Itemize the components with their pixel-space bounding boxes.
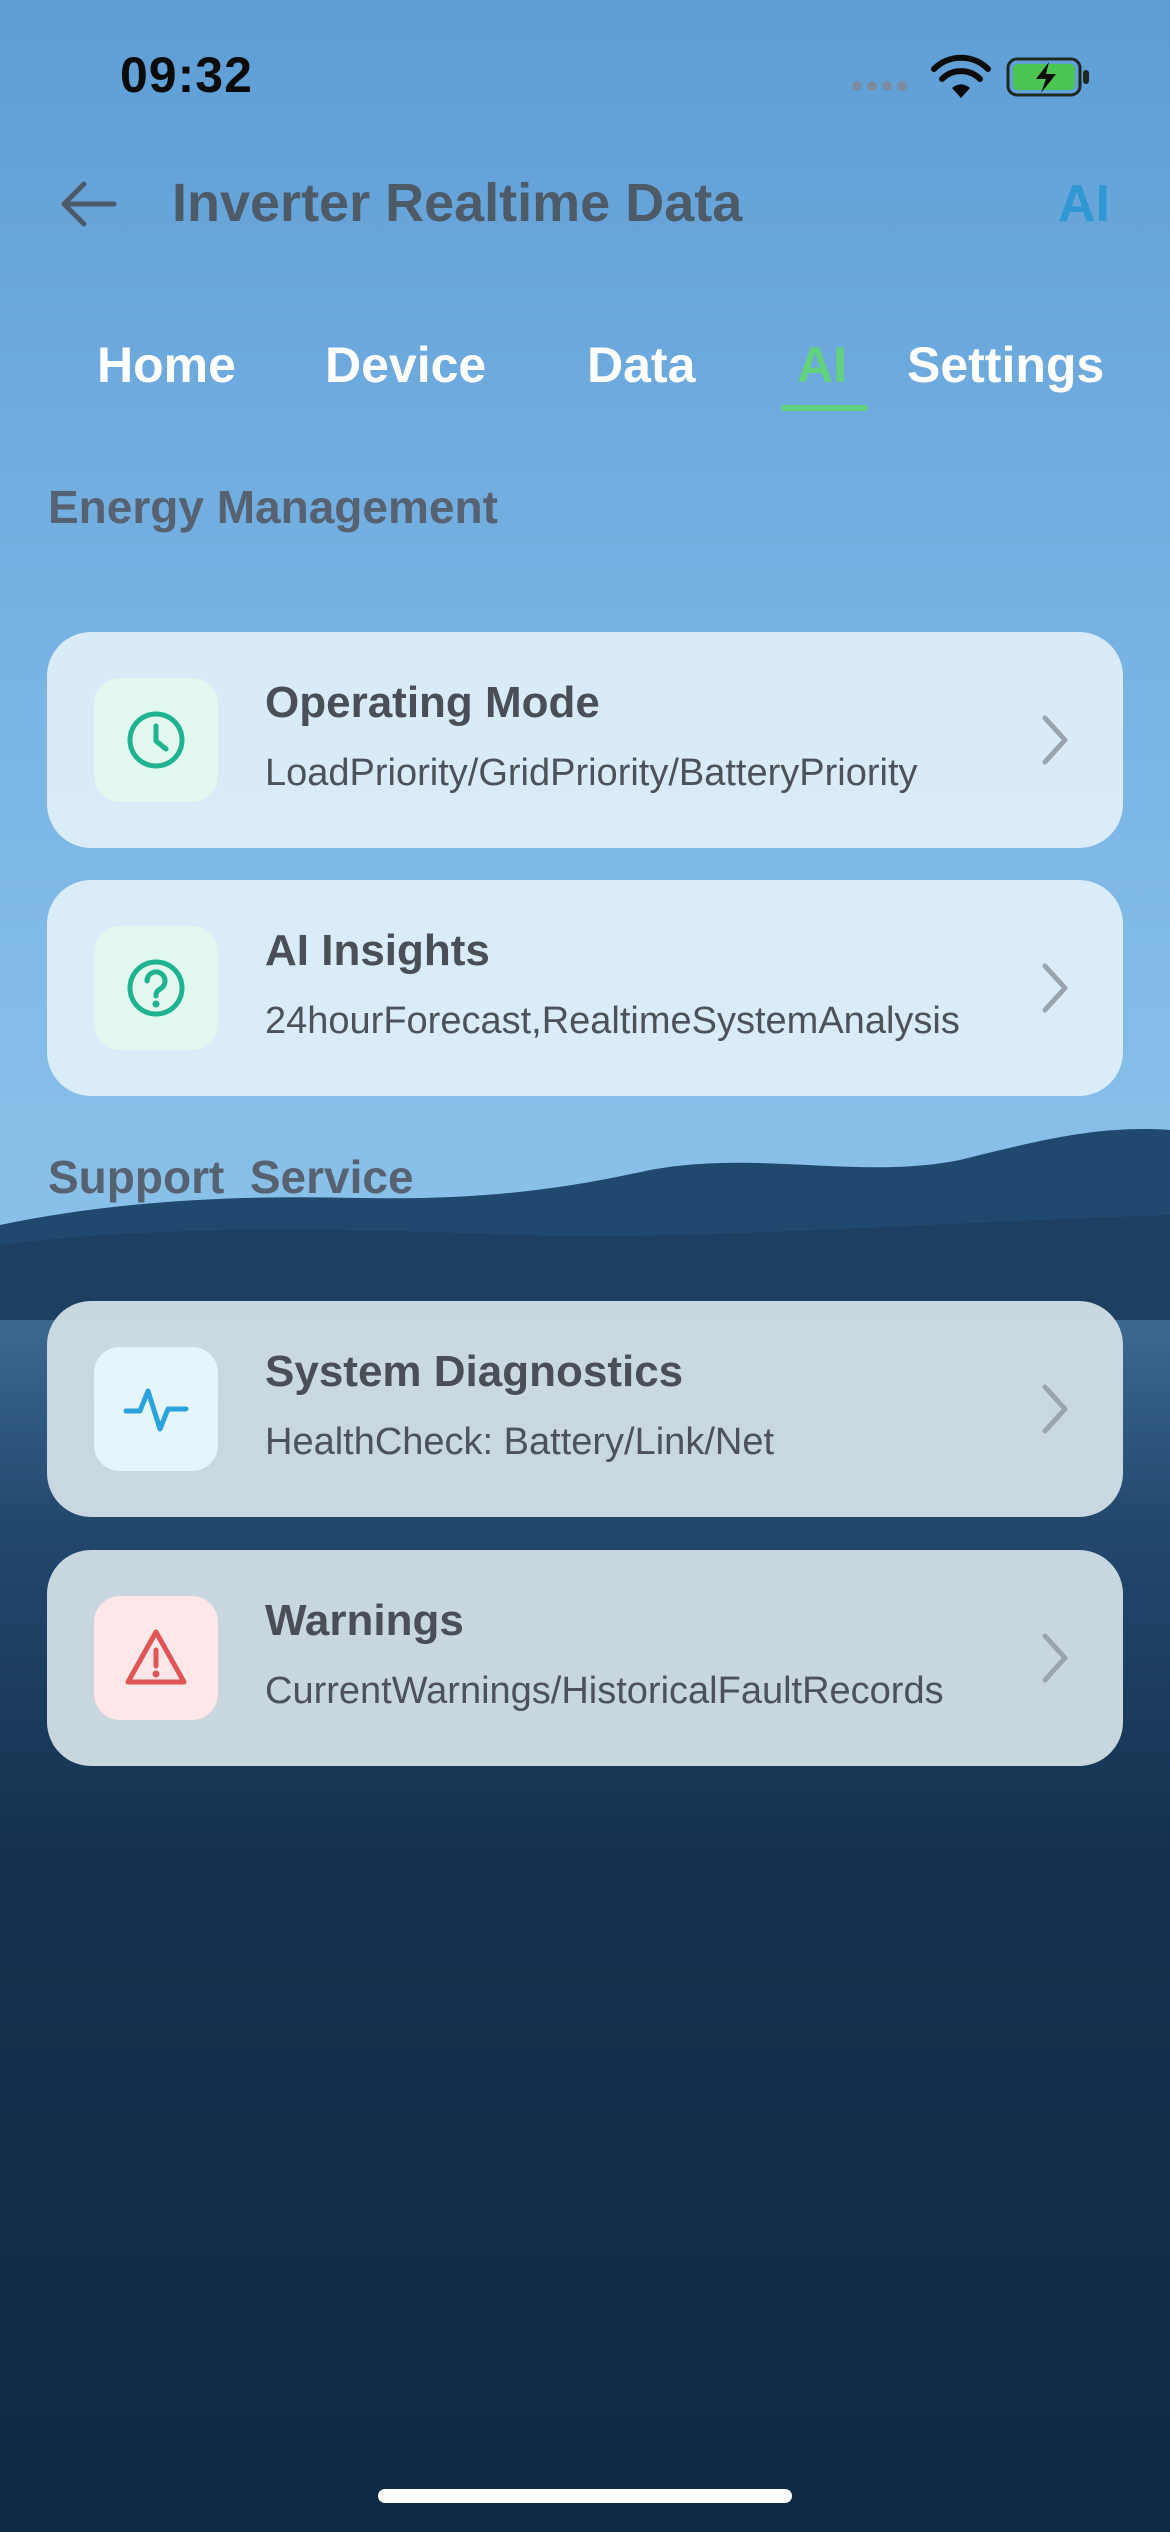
- header-ai-button[interactable]: AI: [1058, 174, 1110, 234]
- card-title: System Diagnostics: [265, 1347, 684, 1396]
- tab-ai[interactable]: AI: [797, 336, 847, 394]
- chevron-right-icon: [1042, 1633, 1068, 1683]
- card-title: Warnings: [265, 1596, 464, 1645]
- chevron-right-icon: [1042, 1384, 1068, 1434]
- tab-home[interactable]: Home: [97, 336, 236, 394]
- status-time: 09:32: [120, 47, 253, 103]
- system-diagnostics-card[interactable]: System Diagnostics HealthCheck: Battery/…: [47, 1301, 1123, 1517]
- clock-icon: [94, 678, 218, 802]
- wifi-icon: [931, 54, 991, 98]
- back-arrow-icon[interactable]: [56, 176, 120, 232]
- tab-data[interactable]: Data: [587, 336, 695, 394]
- chevron-right-icon: [1042, 963, 1068, 1013]
- warning-icon: [94, 1596, 218, 1720]
- home-indicator[interactable]: [378, 2489, 792, 2503]
- tab-settings[interactable]: Settings: [907, 336, 1104, 394]
- card-subtitle: HealthCheck: Battery/Link/Net: [265, 1421, 775, 1463]
- tab-device[interactable]: Device: [325, 336, 486, 394]
- section-title-support: Support Service: [48, 1151, 414, 1203]
- chevron-right-icon: [1042, 715, 1068, 765]
- operating-mode-card[interactable]: Operating Mode LoadPriority/GridPriority…: [47, 632, 1123, 848]
- card-subtitle: 24hourForecast,RealtimeSystemAnalysis: [265, 1000, 960, 1042]
- card-title: AI Insights: [265, 926, 490, 975]
- ai-insights-card[interactable]: AI Insights 24hourForecast,RealtimeSyste…: [47, 880, 1123, 1096]
- question-icon: [94, 926, 218, 1050]
- card-subtitle: LoadPriority/GridPriority/BatteryPriorit…: [265, 752, 918, 794]
- active-tab-indicator: [781, 405, 868, 411]
- cellular-signal-icon: [852, 78, 912, 94]
- page-title: Inverter Realtime Data: [172, 173, 743, 233]
- warnings-card[interactable]: Warnings CurrentWarnings/HistoricalFault…: [47, 1550, 1123, 1766]
- card-title: Operating Mode: [265, 678, 600, 727]
- section-title-energy: Energy Management: [48, 481, 498, 533]
- card-subtitle: CurrentWarnings/HistoricalFaultRecords: [265, 1670, 944, 1712]
- battery-charging-icon: [1006, 57, 1089, 97]
- pulse-icon: [94, 1347, 218, 1471]
